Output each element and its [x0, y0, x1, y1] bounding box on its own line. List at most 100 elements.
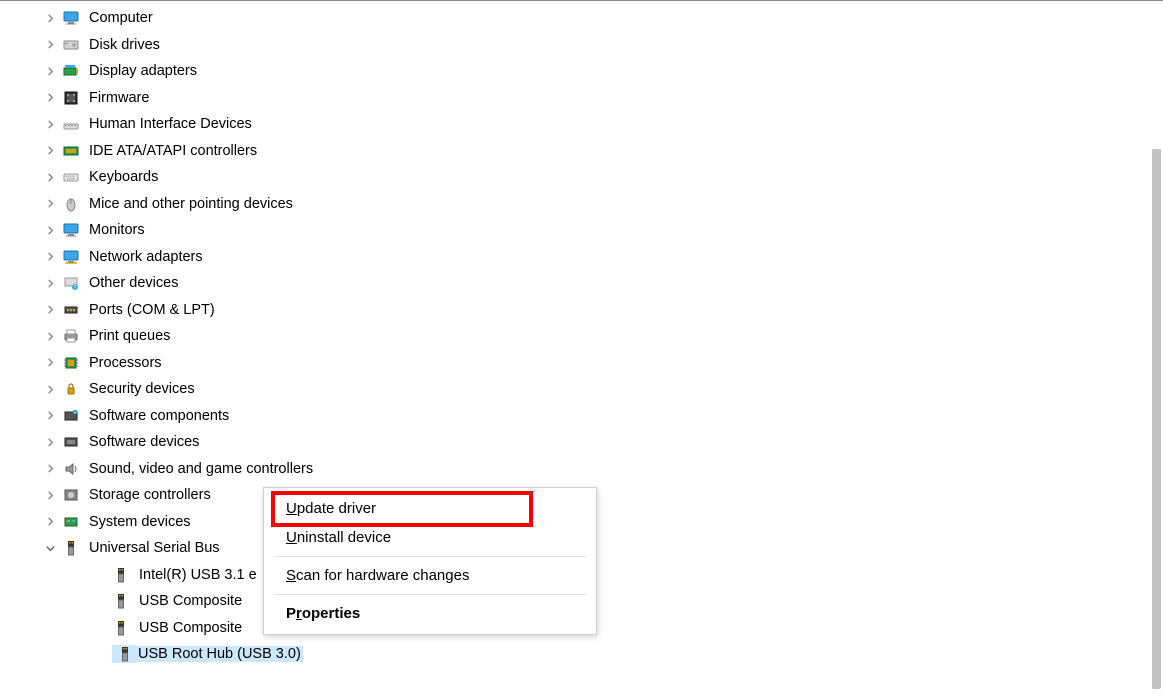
- usb-icon: [112, 566, 130, 584]
- chevron-right-icon[interactable]: [44, 438, 56, 447]
- tree-item-label: USB Root Hub (USB 3.0): [136, 646, 303, 662]
- menu-item-label: Properties: [286, 605, 360, 622]
- tree-item-label: Storage controllers: [87, 487, 213, 503]
- tree-item[interactable]: Processors: [0, 350, 1140, 377]
- storage-icon: [62, 486, 80, 504]
- sound-icon: [62, 460, 80, 478]
- tree-item[interactable]: Computer: [0, 5, 1140, 32]
- tree-item-label: Display adapters: [87, 63, 199, 79]
- chevron-right-icon[interactable]: [44, 279, 56, 288]
- menu-item-label: Scan for hardware changes: [286, 567, 469, 584]
- network-icon: [62, 248, 80, 266]
- other-icon: ?: [62, 274, 80, 292]
- chevron-right-icon[interactable]: [44, 14, 56, 23]
- tree-item[interactable]: Sound, video and game controllers: [0, 456, 1140, 483]
- tree-item-label: Monitors: [87, 222, 147, 238]
- scrollbar-thumb[interactable]: [1152, 149, 1161, 689]
- context-menu: Update driver Uninstall device Scan for ha…: [263, 487, 597, 635]
- tree-item-label: Sound, video and game controllers: [87, 461, 315, 477]
- chevron-right-icon[interactable]: [44, 358, 56, 367]
- menu-item[interactable]: Scan for hardware changes: [264, 561, 596, 590]
- menu-item[interactable]: Properties: [264, 599, 596, 628]
- usb-icon: [112, 645, 136, 663]
- monitor-icon: [62, 9, 80, 27]
- chevron-right-icon[interactable]: [44, 199, 56, 208]
- scrollbar-track[interactable]: [1148, 1, 1163, 694]
- usb-icon: [112, 619, 130, 637]
- chevron-right-icon[interactable]: [44, 146, 56, 155]
- tree-item[interactable]: Network adapters: [0, 244, 1140, 271]
- chevron-right-icon[interactable]: [44, 40, 56, 49]
- menu-item[interactable]: Update driver: [264, 494, 596, 523]
- security-icon: [62, 380, 80, 398]
- sw-dev-icon: [62, 433, 80, 451]
- tree-item-label: Mice and other pointing devices: [87, 196, 295, 212]
- chevron-right-icon[interactable]: [44, 491, 56, 500]
- tree-item-label: Universal Serial Bus: [87, 540, 222, 556]
- tree-item-label: Keyboards: [87, 169, 160, 185]
- tree-item[interactable]: Keyboards: [0, 164, 1140, 191]
- printer-icon: [62, 327, 80, 345]
- tree-item-label: Human Interface Devices: [87, 116, 254, 132]
- sw-comp-icon: +: [62, 407, 80, 425]
- tree-item[interactable]: Print queues: [0, 323, 1140, 350]
- tree-item-label: Disk drives: [87, 37, 162, 53]
- tree-item-label: Software components: [87, 408, 231, 424]
- chevron-down-icon[interactable]: [44, 544, 56, 553]
- menu-item-label: Update driver: [286, 500, 376, 517]
- tree-item[interactable]: IDE ATA/ATAPI controllers: [0, 138, 1140, 165]
- tree-item[interactable]: Security devices: [0, 376, 1140, 403]
- chevron-right-icon[interactable]: [44, 411, 56, 420]
- menu-separator: [274, 594, 586, 595]
- tree-item-label: Print queues: [87, 328, 172, 344]
- tree-item[interactable]: USB Root Hub (USB 3.0): [0, 641, 1140, 668]
- disk-icon: [62, 36, 80, 54]
- tree-item[interactable]: Display adapters: [0, 58, 1140, 85]
- menu-item[interactable]: Uninstall device: [264, 523, 596, 552]
- tree-item-label: USB Composite: [137, 620, 244, 636]
- tree-item[interactable]: + Software components: [0, 403, 1140, 430]
- port-icon: [62, 301, 80, 319]
- system-icon: [62, 513, 80, 531]
- chevron-right-icon[interactable]: [44, 464, 56, 473]
- chevron-right-icon[interactable]: [44, 385, 56, 394]
- chevron-right-icon[interactable]: [44, 305, 56, 314]
- chevron-right-icon[interactable]: [44, 517, 56, 526]
- tree-item-label: Processors: [87, 355, 164, 371]
- cpu-icon: [62, 354, 80, 372]
- tree-item[interactable]: Monitors: [0, 217, 1140, 244]
- tree-item[interactable]: Software devices: [0, 429, 1140, 456]
- tree-item-label: Software devices: [87, 434, 201, 450]
- chevron-right-icon[interactable]: [44, 332, 56, 341]
- tree-item-label: Computer: [87, 10, 155, 26]
- tree-item-label: Security devices: [87, 381, 197, 397]
- tree-item[interactable]: Ports (COM & LPT): [0, 297, 1140, 324]
- chevron-right-icon[interactable]: [44, 93, 56, 102]
- display-adapter-icon: [62, 62, 80, 80]
- tree-item-label: System devices: [87, 514, 193, 530]
- tree-item-label: Network adapters: [87, 249, 205, 265]
- chevron-right-icon[interactable]: [44, 67, 56, 76]
- tree-item[interactable]: Disk drives: [0, 32, 1140, 59]
- chevron-right-icon[interactable]: [44, 120, 56, 129]
- keyboard-icon: [62, 168, 80, 186]
- tree-item[interactable]: Human Interface Devices: [0, 111, 1140, 138]
- hid-icon: [62, 115, 80, 133]
- tree-item[interactable]: Firmware: [0, 85, 1140, 112]
- menu-item-label: Uninstall device: [286, 529, 391, 546]
- tree-item-label: Intel(R) USB 3.1 e: [137, 567, 259, 583]
- menu-separator: [274, 556, 586, 557]
- firmware-icon: [62, 89, 80, 107]
- chevron-right-icon[interactable]: [44, 226, 56, 235]
- chevron-right-icon[interactable]: [44, 252, 56, 261]
- tree-item[interactable]: Mice and other pointing devices: [0, 191, 1140, 218]
- svg-text:?: ?: [74, 285, 77, 291]
- tree-item[interactable]: ? Other devices: [0, 270, 1140, 297]
- tree-item-label: USB Composite: [137, 593, 244, 609]
- usb-icon: [112, 592, 130, 610]
- tree-item-label: IDE ATA/ATAPI controllers: [87, 143, 259, 159]
- usb-icon: [62, 539, 80, 557]
- mouse-icon: [62, 195, 80, 213]
- chevron-right-icon[interactable]: [44, 173, 56, 182]
- tree-item-label: Other devices: [87, 275, 180, 291]
